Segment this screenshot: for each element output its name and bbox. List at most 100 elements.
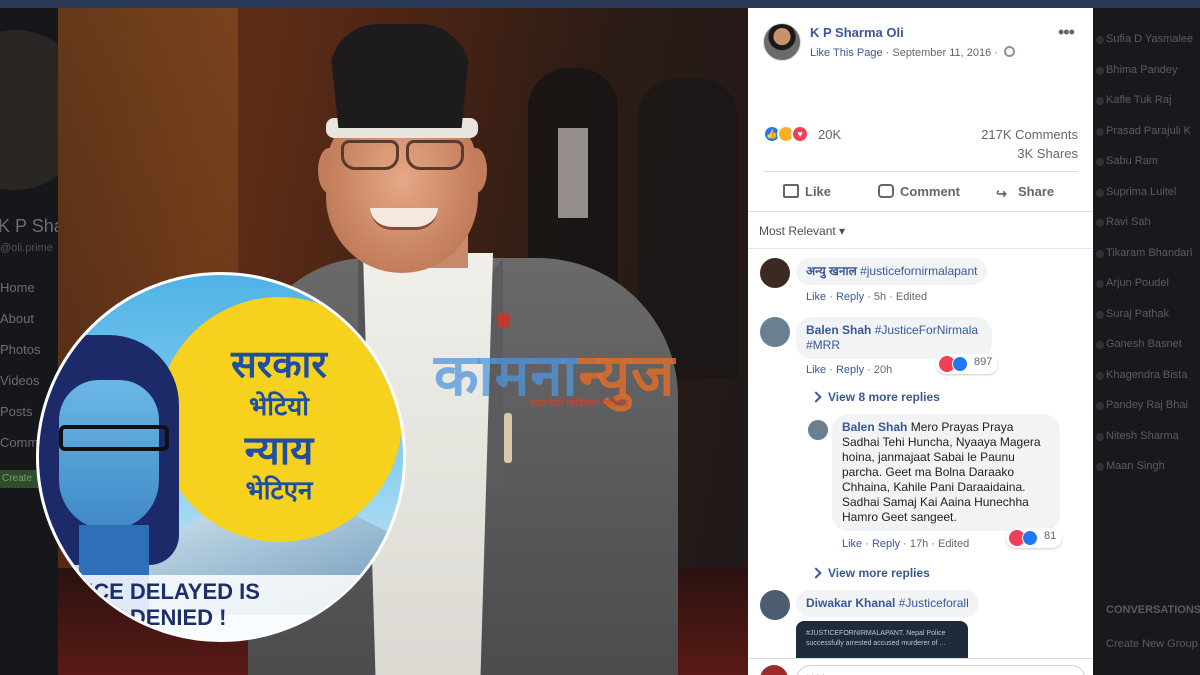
contact-avatar[interactable] (1096, 127, 1104, 136)
contact-avatar[interactable] (1096, 158, 1104, 166)
post-date[interactable]: September 11, 2016 (892, 47, 991, 59)
contact-name[interactable]: Sabu Ram (1106, 155, 1158, 167)
reply-time[interactable]: 17h (910, 538, 928, 550)
flag-pin (498, 313, 510, 327)
comment-reply-link[interactable]: Reply (836, 291, 864, 303)
background-profile-handle: @oli.prime (0, 242, 53, 254)
nav-home[interactable]: Home (0, 280, 35, 295)
contact-name[interactable]: Maan Singh (1106, 460, 1165, 472)
comment-hashtag[interactable]: #justicefornirmalapant (860, 264, 977, 278)
contact-name[interactable]: Sufia D Yasmalee (1106, 33, 1193, 45)
comment-sort-dropdown[interactable]: Most Relevant ▾ (759, 224, 845, 238)
nav-posts[interactable]: Posts (0, 404, 33, 419)
thumbs-up-icon (783, 184, 799, 198)
conversations-heading: CONVERSATIONS (1106, 604, 1200, 616)
divider (763, 171, 1078, 172)
contact-name[interactable]: Nitesh Sharma (1106, 430, 1179, 442)
comment-input[interactable]: Write a comment... (796, 665, 1086, 675)
contact-avatar[interactable] (1096, 219, 1104, 227)
share-button[interactable]: ↪ Share (996, 184, 1054, 201)
nav-photos[interactable]: Photos (0, 342, 40, 357)
comment-author[interactable]: अन्यु खनाल (806, 264, 857, 278)
contact-avatar[interactable] (1096, 280, 1104, 288)
comment-author[interactable]: Balen Shah (806, 323, 871, 337)
create-button[interactable]: Create (0, 470, 40, 488)
contact-name[interactable]: Suprima Luitel (1106, 186, 1176, 198)
contact-name[interactable]: Tikaram Bhandari (1106, 247, 1192, 259)
badge-line-4: भेटिएन (245, 475, 313, 505)
comment-count[interactable]: 217K Comments (981, 127, 1078, 142)
create-group-link[interactable]: Create New Group (1106, 638, 1198, 650)
contact-name[interactable]: Arjun Poudel (1106, 277, 1169, 289)
like-button[interactable]: Like (783, 184, 831, 199)
reply-arrow-icon (810, 567, 822, 579)
comment-actions: Like · Reply · 5h · Edited (806, 291, 928, 303)
badge-banner-line-2: STICE DENIED ! (59, 605, 227, 630)
commenter-avatar[interactable] (760, 590, 790, 620)
photo-background-shirt (558, 128, 588, 218)
contact-name[interactable]: Pandey Raj Bhai (1106, 399, 1188, 411)
comment-actions: Like · Reply · 20h (806, 364, 893, 376)
contact-name[interactable]: Bhima Pandey (1106, 64, 1178, 76)
comment-reactions[interactable]: 897 (936, 354, 999, 374)
contact-avatar[interactable] (1096, 249, 1104, 258)
comment-time[interactable]: 20h (874, 364, 892, 376)
contact-avatar[interactable] (1096, 371, 1104, 380)
contact-avatar[interactable] (1096, 188, 1104, 197)
contact-name[interactable]: Ravi Sah (1106, 216, 1151, 228)
love-reaction-icon: ♥ (791, 125, 809, 143)
viewer-avatar (760, 665, 788, 675)
contact-name[interactable]: Ganesh Basnet (1106, 338, 1182, 350)
nav-videos[interactable]: Videos (0, 373, 40, 388)
badge-line-1: सरकार (231, 344, 327, 386)
page-avatar[interactable] (763, 23, 801, 61)
contact-avatar[interactable] (1096, 36, 1104, 44)
like-page-link[interactable]: Like This Page (810, 47, 883, 59)
comment-like-link[interactable]: Like (806, 364, 826, 376)
comment-time[interactable]: 5h (874, 291, 886, 303)
contact-avatar[interactable] (1096, 341, 1104, 349)
badge-banner-line-1: STICE DELAYED IS (59, 579, 260, 604)
contact-avatar[interactable] (1096, 66, 1104, 75)
reaction-count[interactable]: 20K (818, 127, 841, 142)
comment-like-link[interactable]: Like (806, 291, 826, 303)
commenter-avatar[interactable] (760, 317, 790, 347)
reply-edited: Edited (938, 538, 970, 550)
comment-edited: Edited (895, 291, 928, 303)
man-topi-hat (330, 24, 470, 128)
comment-composer: Write a comment... (748, 658, 1093, 675)
reply-like-link[interactable]: Like (842, 538, 862, 550)
badge-line-2: भेटियो (249, 391, 309, 421)
share-count[interactable]: 3K Shares (1017, 146, 1078, 161)
man-glasses (341, 140, 399, 170)
more-options-icon[interactable]: ••• (1058, 22, 1075, 43)
reply-author[interactable]: Balen Shah (842, 420, 907, 434)
comment-button[interactable]: Comment (878, 184, 960, 199)
view-more-replies-link[interactable]: View 8 more replies (810, 390, 940, 404)
comment-reply-link[interactable]: Reply (836, 364, 864, 376)
contact-name[interactable]: Kafle Tuk Raj (1106, 94, 1171, 106)
contact-avatar[interactable] (1096, 310, 1104, 319)
divider (748, 211, 1093, 212)
view-more-replies-link[interactable]: View more replies (810, 566, 930, 580)
contact-avatar[interactable] (1096, 432, 1104, 441)
comment-icon (878, 184, 894, 198)
nav-about[interactable]: About (0, 311, 34, 326)
post-meta: Like This Page · September 11, 2016 · (810, 46, 1016, 59)
contact-avatar[interactable] (1096, 97, 1104, 105)
contact-name[interactable]: Khagendra Bista (1106, 369, 1187, 381)
commenter-avatar[interactable] (760, 258, 790, 288)
share-arrow-icon: ↪ (996, 186, 1007, 201)
like-reaction-icon (1022, 530, 1038, 546)
reply-avatar[interactable] (808, 420, 828, 440)
reply-actions: Like · Reply · 17h · Edited (842, 538, 970, 550)
contact-name[interactable]: Suraj Pathak (1106, 308, 1169, 320)
reply-reply-link[interactable]: Reply (872, 538, 900, 550)
reply-reactions[interactable]: 81 (1006, 528, 1063, 548)
contact-avatar[interactable] (1096, 463, 1104, 471)
contact-name[interactable]: Prasad Parajuli K (1106, 125, 1191, 137)
comment-author[interactable]: Diwakar Khanal (806, 596, 895, 610)
contact-avatar[interactable] (1096, 402, 1104, 410)
comment-hashtag[interactable]: #Justiceforall (899, 596, 969, 610)
page-name[interactable]: K P Sharma Oli (810, 25, 904, 40)
